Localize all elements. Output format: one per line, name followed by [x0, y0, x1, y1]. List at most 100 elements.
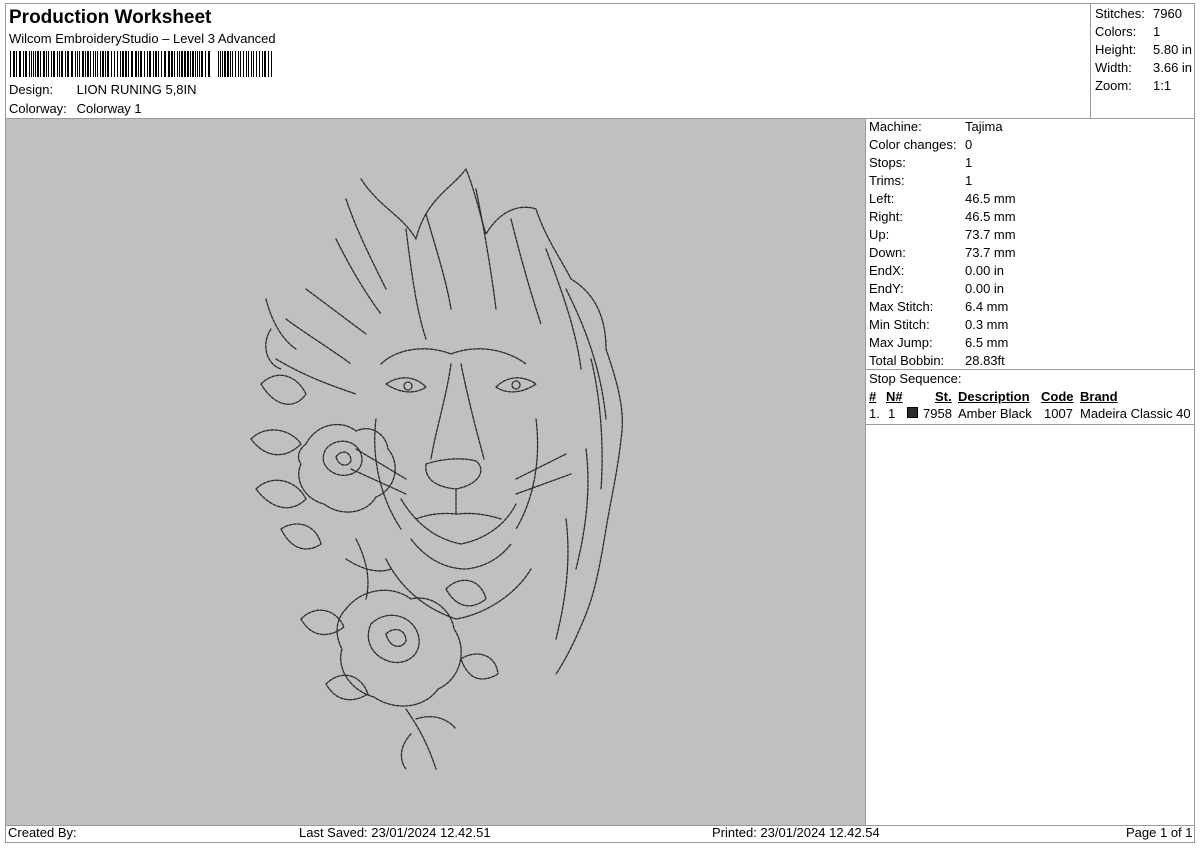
barcode-bar: [53, 51, 55, 77]
barcode-bar: [107, 51, 109, 77]
barcode-bar: [164, 51, 166, 77]
barcode-bar: [87, 51, 89, 77]
barcode-bar: [135, 51, 137, 77]
total-bobbin-label: Total Bobbin:: [869, 353, 945, 368]
barcode-bar: [97, 51, 98, 77]
barcode-bar: [35, 51, 36, 77]
col-header-needle: N#: [886, 389, 903, 404]
barcode-bar: [65, 51, 66, 77]
endx-label: EndX:: [869, 263, 905, 278]
col-header-stitches: St.: [935, 389, 952, 404]
barcode-bar: [155, 51, 157, 77]
barcode-bar: [131, 51, 133, 77]
color-changes-value: 0: [965, 137, 973, 152]
barcode-bar: [268, 51, 269, 77]
left-label: Left:: [869, 191, 895, 206]
col-header-brand: Brand: [1080, 389, 1118, 404]
barcode-bar: [192, 51, 194, 77]
barcode-bar: [248, 51, 249, 77]
trims-value: 1: [965, 173, 973, 188]
endx-value: 0.00 in: [965, 263, 1005, 278]
barcode-bar: [117, 51, 118, 77]
lion-rose-embroidery: [250, 168, 623, 770]
max-jump-value: 6.5 mm: [965, 335, 1009, 350]
barcode-bar: [147, 51, 148, 77]
barcode-bar: [224, 51, 226, 77]
barcode-bar: [138, 51, 139, 77]
printed-date: Printed: 23/01/2024 12.42.54: [712, 825, 880, 840]
barcode-bar: [10, 51, 11, 77]
barcode-bar: [46, 51, 47, 77]
barcode-bar: [222, 51, 223, 77]
barcode-bar: [57, 51, 58, 77]
zoom-label: Zoom:: [1095, 78, 1132, 93]
barcode-bar: [259, 51, 260, 77]
barcode-bar: [93, 51, 94, 77]
barcode-bar: [120, 51, 121, 77]
barcode-bar: [246, 51, 247, 77]
barcode-bar: [153, 51, 154, 77]
max-stitch-label: Max Stitch:: [869, 299, 934, 314]
colorway-value: Colorway 1: [76, 101, 142, 116]
barcode-bar: [232, 51, 233, 77]
height-value: 5.80 in: [1153, 42, 1193, 57]
machine-specs: Machine: Tajima Color changes: 0 Stops: 1 T…: [869, 118, 1016, 370]
barcode-bar: [208, 51, 210, 77]
stop-row-num: 1.: [869, 406, 880, 421]
up-label: Up:: [869, 227, 890, 242]
colors-label: Colors:: [1095, 24, 1137, 39]
summary-divider: [1090, 3, 1091, 118]
design-value: LION RUNING 5,8IN: [76, 82, 197, 97]
barcode-bar: [201, 51, 203, 77]
barcode-bar: [251, 51, 252, 77]
height-label: Height:: [1095, 42, 1137, 57]
barcode-bar: [168, 51, 170, 77]
design-label: Design:: [9, 82, 54, 97]
barcode-bar: [174, 51, 175, 77]
endy-label: EndY:: [869, 281, 904, 296]
barcode-bar: [85, 51, 86, 77]
stop-row-brand: Madeira Classic 40: [1080, 406, 1191, 421]
barcode-bar: [144, 51, 145, 77]
barcode-bar: [100, 51, 101, 77]
barcode-bar: [114, 51, 115, 77]
barcode-bar: [40, 51, 41, 77]
page-number: Page 1 of 1: [1126, 825, 1193, 840]
barcode-bar: [102, 51, 104, 77]
barcode-bar: [111, 51, 112, 77]
barcode-bar: [264, 51, 266, 77]
barcode-bar: [271, 51, 272, 77]
barcode-bar: [235, 51, 236, 77]
width-value: 3.66 in: [1153, 60, 1193, 75]
design-preview: [6, 119, 865, 825]
barcode-bar: [128, 51, 129, 77]
page-title: Production Worksheet: [9, 7, 212, 28]
stop-row-description: Amber Black: [958, 406, 1032, 421]
thread-color-swatch: [907, 407, 918, 418]
total-bobbin-value: 28.83ft: [965, 353, 1005, 368]
barcode-bar: [48, 51, 49, 77]
barcode-bar: [125, 51, 127, 77]
zoom-value: 1:1: [1153, 78, 1172, 93]
barcode: [10, 51, 272, 77]
barcode-bar: [179, 51, 180, 77]
colorway-row: Colorway: Colorway 1: [9, 101, 142, 116]
barcode-bar: [67, 51, 69, 77]
barcode-bar: [161, 51, 162, 77]
trims-label: Trims:: [869, 173, 905, 188]
barcode-bar: [240, 51, 241, 77]
stops-value: 1: [965, 155, 973, 170]
col-header-num: #: [869, 389, 877, 404]
barcode-bar: [190, 51, 191, 77]
barcode-bar: [31, 51, 32, 77]
col-header-code: Code: [1041, 389, 1074, 404]
barcode-bar: [218, 51, 219, 77]
barcode-bar: [23, 51, 24, 77]
left-value: 46.5 mm: [965, 191, 1016, 206]
down-label: Down:: [869, 245, 906, 260]
barcode-bar: [16, 51, 17, 77]
barcode-bar: [149, 51, 151, 77]
barcode-bar: [105, 51, 106, 77]
barcode-bar: [181, 51, 183, 77]
stop-sequence-title: Stop Sequence:: [869, 371, 962, 386]
